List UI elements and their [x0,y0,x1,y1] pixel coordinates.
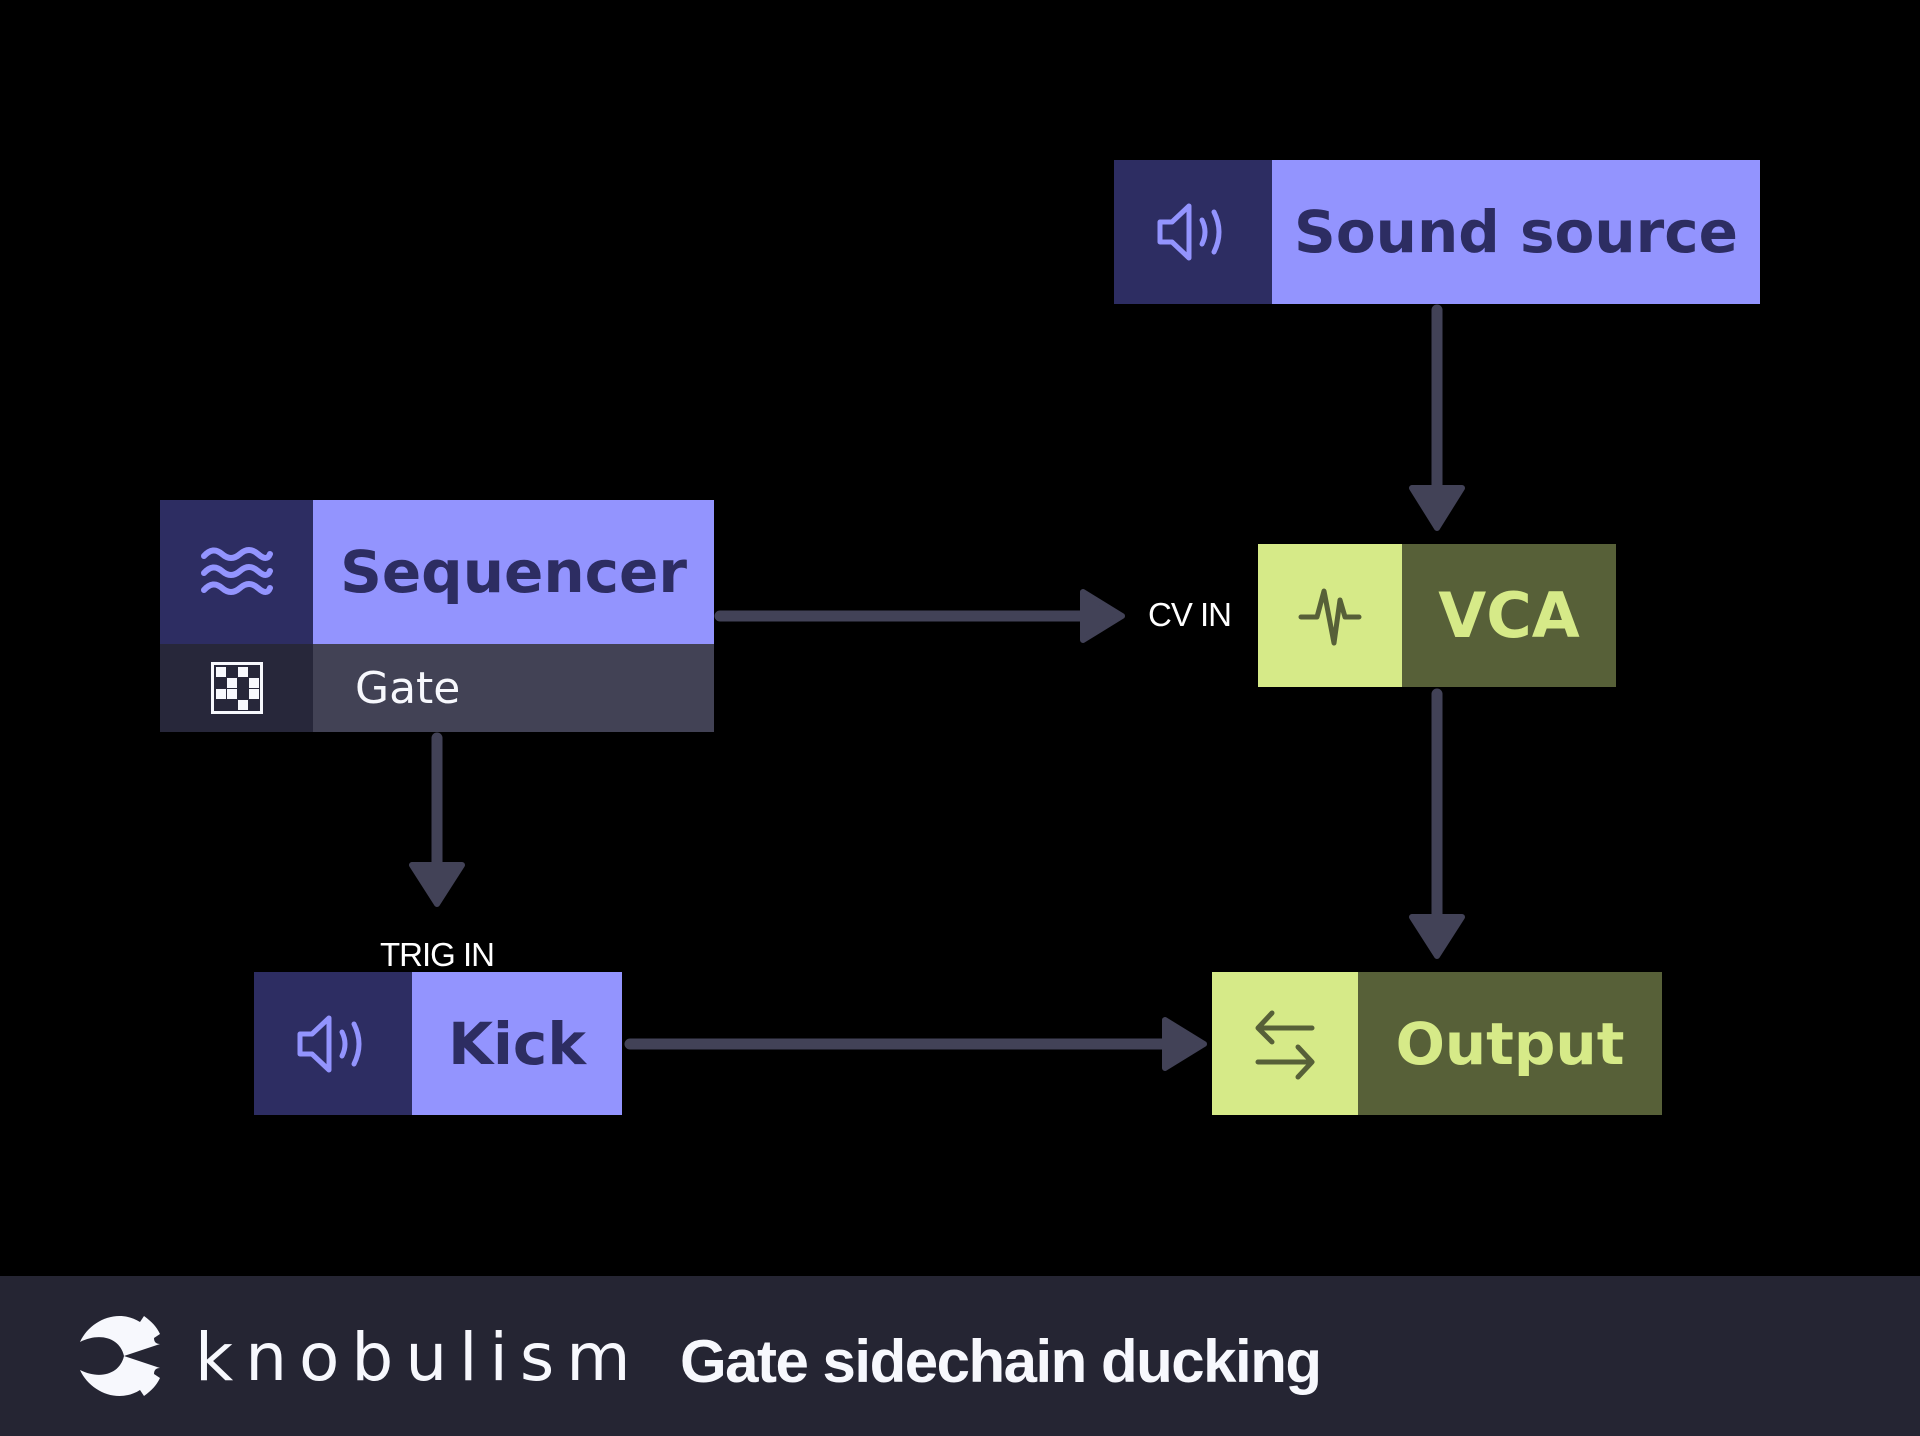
brand-wordmark: knobulism [195,1319,643,1396]
pulse-icon [1298,588,1362,645]
diagram-title: Gate sidechain ducking [680,1328,1322,1395]
wire-vca-to-output [1409,688,1465,959]
node-sound-source[interactable]: Sound source [1114,160,1760,304]
node-icon-cell [160,500,313,644]
wire-kick-to-output [624,1017,1207,1071]
node-icon-cell [1114,160,1272,304]
swap-arrows-icon [1255,1010,1315,1079]
node-label: Kick [412,972,622,1115]
node-icon-cell [254,972,412,1115]
node-label: VCA [1402,544,1616,687]
wire-sequencer-to-kick-trig [409,732,465,907]
sequencer-header: Sequencer [160,500,714,644]
port-label-trig-in: TRIG IN [380,936,495,973]
waves-icon [200,547,273,595]
speaker-icon [1157,203,1222,261]
wire-sound-source-to-vca [1409,304,1465,531]
node-label: Sequencer [313,500,714,644]
output-label: Gate [313,644,714,732]
pattern-grid-icon [210,662,263,714]
node-vca[interactable]: VCA [1258,544,1616,687]
speaker-icon [297,1015,362,1072]
port-label-cv-in: CV IN [1148,596,1232,633]
node-icon-cell [1212,972,1358,1115]
knobulism-logo-icon [80,1315,160,1397]
output-icon-cell [160,644,313,732]
sequencer-output-gate[interactable]: Gate [160,644,714,732]
node-sequencer[interactable]: Sequencer Gate [160,500,714,732]
node-output[interactable]: Output [1212,972,1662,1115]
node-icon-cell [1258,544,1402,687]
node-label: Sound source [1272,160,1760,304]
wire-sequencer-to-vca-cv [714,589,1125,643]
node-label: Output [1358,972,1662,1115]
node-kick[interactable]: Kick [254,972,622,1115]
